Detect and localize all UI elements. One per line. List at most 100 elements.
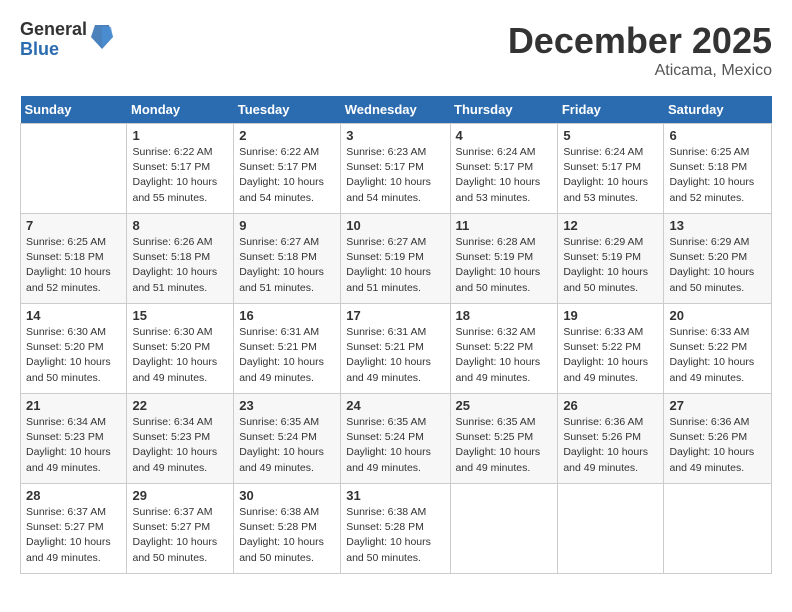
day-info: Sunrise: 6:31 AMSunset: 5:21 PMDaylight:… xyxy=(346,325,444,386)
calendar-cell: 4 Sunrise: 6:24 AMSunset: 5:17 PMDaylight… xyxy=(450,124,558,214)
column-header-sunday: Sunday xyxy=(21,96,127,124)
calendar-cell xyxy=(558,484,664,574)
day-info: Sunrise: 6:30 AMSunset: 5:20 PMDaylight:… xyxy=(26,325,121,386)
day-info: Sunrise: 6:30 AMSunset: 5:20 PMDaylight:… xyxy=(132,325,228,386)
column-header-monday: Monday xyxy=(127,96,234,124)
day-number: 6 xyxy=(669,128,766,143)
day-info: Sunrise: 6:25 AMSunset: 5:18 PMDaylight:… xyxy=(26,235,121,296)
calendar-cell xyxy=(21,124,127,214)
day-info: Sunrise: 6:37 AMSunset: 5:27 PMDaylight:… xyxy=(26,505,121,566)
calendar-cell: 6Sunrise: 6:25 AMSunset: 5:18 PMDaylight… xyxy=(664,124,772,214)
day-info: Sunrise: 6:23 AMSunset: 5:17 PMDaylight:… xyxy=(346,145,444,206)
day-info: Sunrise: 6:34 AMSunset: 5:23 PMDaylight:… xyxy=(132,415,228,476)
calendar-cell: 17 Sunrise: 6:31 AMSunset: 5:21 PMDayligh… xyxy=(341,304,450,394)
logo-icon xyxy=(91,23,113,56)
calendar-cell: 8Sunrise: 6:26 AMSunset: 5:18 PMDaylight… xyxy=(127,214,234,304)
day-info: Sunrise: 6:32 AMSunset: 5:22 PMDaylight:… xyxy=(456,325,553,386)
column-header-wednesday: Wednesday xyxy=(341,96,450,124)
calendar-cell: 21Sunrise: 6:34 AMSunset: 5:23 PMDayligh… xyxy=(21,394,127,484)
day-number: 25 xyxy=(456,398,553,413)
day-number: 20 xyxy=(669,308,766,323)
column-header-friday: Friday xyxy=(558,96,664,124)
calendar-cell: 22Sunrise: 6:34 AMSunset: 5:23 PMDayligh… xyxy=(127,394,234,484)
day-info: Sunrise: 6:35 AMSunset: 5:25 PMDaylight:… xyxy=(456,415,553,476)
day-info: Sunrise: 6:29 AMSunset: 5:20 PMDaylight:… xyxy=(669,235,766,296)
calendar-cell: 19 Sunrise: 6:33 AMSunset: 5:22 PMDayligh… xyxy=(558,304,664,394)
day-info: Sunrise: 6:24 AMSunset: 5:17 PMDaylight:… xyxy=(456,145,553,206)
calendar-cell: 28 Sunrise: 6:37 AMSunset: 5:27 PMDayligh… xyxy=(21,484,127,574)
day-number: 24 xyxy=(346,398,444,413)
day-number: 13 xyxy=(669,218,766,233)
day-number: 3 xyxy=(346,128,444,143)
calendar-cell: 5 Sunrise: 6:24 AMSunset: 5:17 PMDaylight… xyxy=(558,124,664,214)
day-number: 23 xyxy=(239,398,335,413)
day-info: Sunrise: 6:35 AMSunset: 5:24 PMDaylight:… xyxy=(239,415,335,476)
calendar-cell: 27Sunrise: 6:36 AMSunset: 5:26 PMDayligh… xyxy=(664,394,772,484)
title-block: December 2025 Aticama, Mexico xyxy=(508,20,772,80)
calendar-cell: 3 Sunrise: 6:23 AMSunset: 5:17 PMDaylight… xyxy=(341,124,450,214)
calendar-subtitle: Aticama, Mexico xyxy=(508,62,772,80)
calendar-cell: 15Sunrise: 6:30 AMSunset: 5:20 PMDayligh… xyxy=(127,304,234,394)
day-number: 26 xyxy=(563,398,658,413)
calendar-cell: 18 Sunrise: 6:32 AMSunset: 5:22 PMDayligh… xyxy=(450,304,558,394)
day-number: 9 xyxy=(239,218,335,233)
day-info: Sunrise: 6:35 AMSunset: 5:24 PMDaylight:… xyxy=(346,415,444,476)
day-info: Sunrise: 6:28 AMSunset: 5:19 PMDaylight:… xyxy=(456,235,553,296)
calendar-week-row: 7 Sunrise: 6:25 AMSunset: 5:18 PMDaylight… xyxy=(21,214,772,304)
column-header-thursday: Thursday xyxy=(450,96,558,124)
day-info: Sunrise: 6:33 AMSunset: 5:22 PMDaylight:… xyxy=(669,325,766,386)
day-number: 10 xyxy=(346,218,444,233)
calendar-week-row: 28 Sunrise: 6:37 AMSunset: 5:27 PMDayligh… xyxy=(21,484,772,574)
day-number: 7 xyxy=(26,218,121,233)
day-number: 12 xyxy=(563,218,658,233)
calendar-title: December 2025 xyxy=(508,20,772,62)
day-info: Sunrise: 6:26 AMSunset: 5:18 PMDaylight:… xyxy=(132,235,228,296)
calendar-cell: 20 Sunrise: 6:33 AMSunset: 5:22 PMDayligh… xyxy=(664,304,772,394)
day-info: Sunrise: 6:22 AMSunset: 5:17 PMDaylight:… xyxy=(132,145,228,206)
day-number: 31 xyxy=(346,488,444,503)
calendar-cell: 14 Sunrise: 6:30 AMSunset: 5:20 PMDayligh… xyxy=(21,304,127,394)
day-number: 19 xyxy=(563,308,658,323)
column-header-tuesday: Tuesday xyxy=(234,96,341,124)
day-number: 11 xyxy=(456,218,553,233)
calendar-header-row: SundayMondayTuesdayWednesdayThursdayFrid… xyxy=(21,96,772,124)
calendar-cell: 25 Sunrise: 6:35 AMSunset: 5:25 PMDayligh… xyxy=(450,394,558,484)
calendar-cell: 13 Sunrise: 6:29 AMSunset: 5:20 PMDayligh… xyxy=(664,214,772,304)
day-info: Sunrise: 6:24 AMSunset: 5:17 PMDaylight:… xyxy=(563,145,658,206)
logo-blue: Blue xyxy=(20,40,87,60)
day-info: Sunrise: 6:38 AMSunset: 5:28 PMDaylight:… xyxy=(239,505,335,566)
day-number: 4 xyxy=(456,128,553,143)
calendar-cell: 2Sunrise: 6:22 AMSunset: 5:17 PMDaylight… xyxy=(234,124,341,214)
calendar-week-row: 1 Sunrise: 6:22 AMSunset: 5:17 PMDaylight… xyxy=(21,124,772,214)
day-info: Sunrise: 6:33 AMSunset: 5:22 PMDaylight:… xyxy=(563,325,658,386)
page-header: General Blue December 2025 Aticama, Mexi… xyxy=(20,20,772,80)
column-header-saturday: Saturday xyxy=(664,96,772,124)
calendar-cell: 31Sunrise: 6:38 AMSunset: 5:28 PMDayligh… xyxy=(341,484,450,574)
day-info: Sunrise: 6:27 AMSunset: 5:18 PMDaylight:… xyxy=(239,235,335,296)
logo: General Blue xyxy=(20,20,113,60)
day-info: Sunrise: 6:37 AMSunset: 5:27 PMDaylight:… xyxy=(132,505,228,566)
day-number: 17 xyxy=(346,308,444,323)
day-number: 28 xyxy=(26,488,121,503)
calendar-cell: 30Sunrise: 6:38 AMSunset: 5:28 PMDayligh… xyxy=(234,484,341,574)
day-info: Sunrise: 6:36 AMSunset: 5:26 PMDaylight:… xyxy=(669,415,766,476)
day-number: 18 xyxy=(456,308,553,323)
calendar-cell: 29 Sunrise: 6:37 AMSunset: 5:27 PMDayligh… xyxy=(127,484,234,574)
calendar-week-row: 21Sunrise: 6:34 AMSunset: 5:23 PMDayligh… xyxy=(21,394,772,484)
calendar-cell: 26Sunrise: 6:36 AMSunset: 5:26 PMDayligh… xyxy=(558,394,664,484)
day-number: 1 xyxy=(132,128,228,143)
calendar-cell: 12 Sunrise: 6:29 AMSunset: 5:19 PMDayligh… xyxy=(558,214,664,304)
calendar-week-row: 14 Sunrise: 6:30 AMSunset: 5:20 PMDayligh… xyxy=(21,304,772,394)
calendar-cell: 7 Sunrise: 6:25 AMSunset: 5:18 PMDaylight… xyxy=(21,214,127,304)
day-number: 14 xyxy=(26,308,121,323)
calendar-table: SundayMondayTuesdayWednesdayThursdayFrid… xyxy=(20,96,772,574)
day-number: 5 xyxy=(563,128,658,143)
calendar-cell: 23 Sunrise: 6:35 AMSunset: 5:24 PMDayligh… xyxy=(234,394,341,484)
day-number: 29 xyxy=(132,488,228,503)
calendar-cell: 24 Sunrise: 6:35 AMSunset: 5:24 PMDayligh… xyxy=(341,394,450,484)
calendar-cell xyxy=(450,484,558,574)
calendar-cell: 10Sunrise: 6:27 AMSunset: 5:19 PMDayligh… xyxy=(341,214,450,304)
day-info: Sunrise: 6:29 AMSunset: 5:19 PMDaylight:… xyxy=(563,235,658,296)
calendar-cell: 16Sunrise: 6:31 AMSunset: 5:21 PMDayligh… xyxy=(234,304,341,394)
calendar-cell xyxy=(664,484,772,574)
